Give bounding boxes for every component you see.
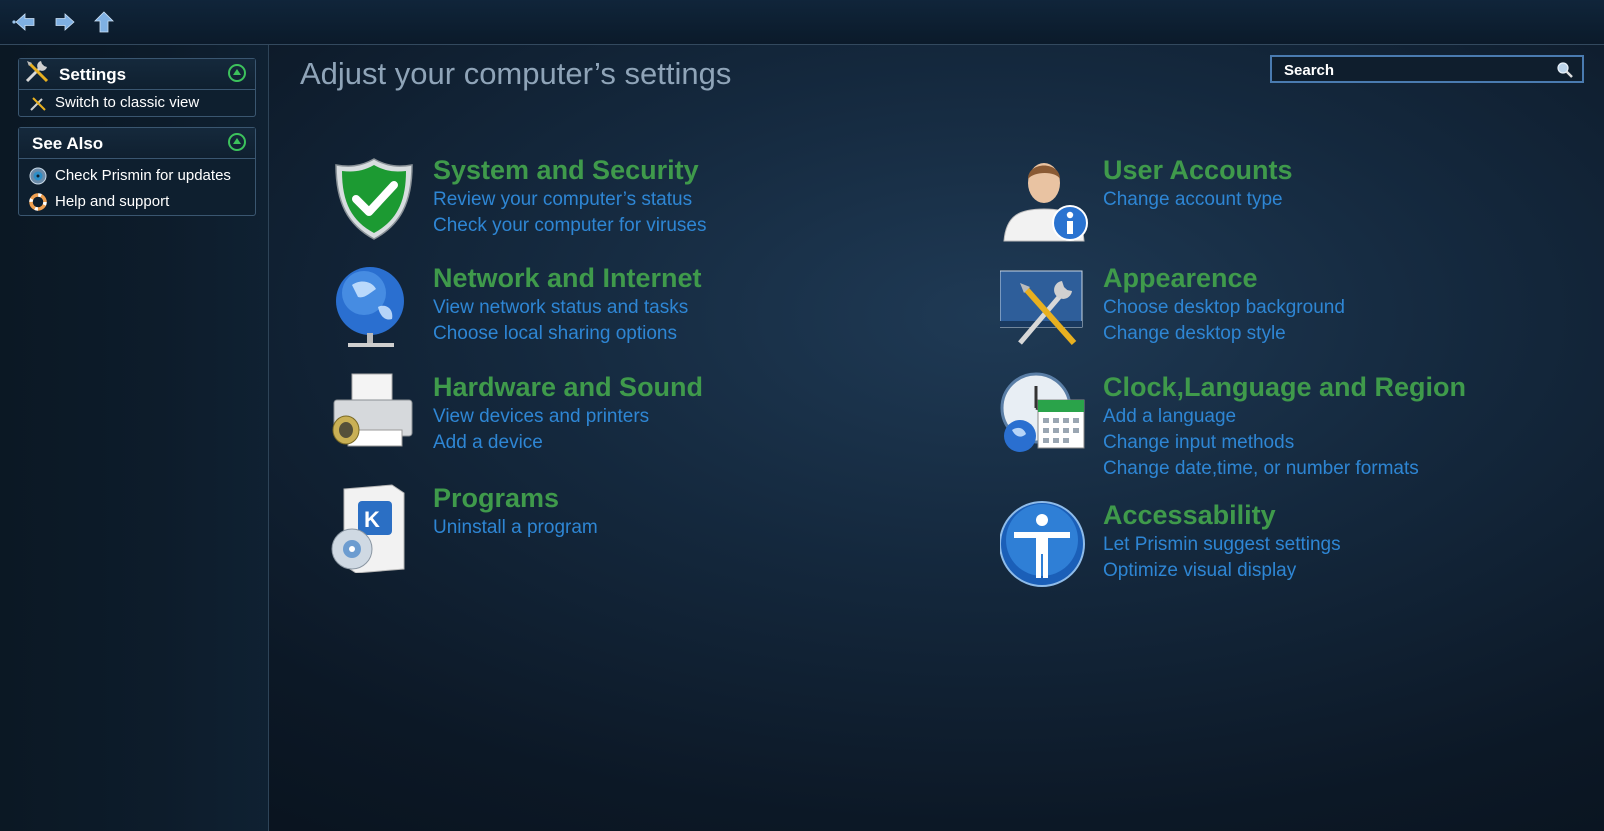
category-link[interactable]: Let Prismin suggest settings (1103, 534, 1341, 560)
clock-calendar-globe-icon (1000, 372, 1085, 452)
category-link[interactable]: Change desktop style (1103, 323, 1345, 349)
see-also-panel-header[interactable]: See Also (19, 128, 255, 159)
svg-text:K: K (364, 507, 380, 532)
toolbar (0, 0, 1604, 45)
category-link[interactable]: View devices and printers (433, 406, 649, 432)
collapse-settings-button[interactable] (228, 64, 246, 82)
settings-panel: Settings Switch to classic view (18, 58, 256, 117)
category-link[interactable]: Optimize visual display (1103, 560, 1341, 586)
search-box[interactable] (1270, 55, 1584, 83)
category-title[interactable]: Clock,Language and Region (1103, 372, 1466, 403)
check-updates-link[interactable]: Check Prismin for updates (19, 163, 255, 189)
forward-arrow-icon[interactable] (54, 10, 78, 34)
category-title[interactable]: Appearence (1103, 263, 1258, 294)
check-updates-label: Check Prismin for updates (55, 167, 231, 184)
category-link[interactable]: Check your computer for viruses (433, 215, 707, 241)
search-input[interactable] (1282, 59, 1546, 81)
settings-panel-title: Settings (59, 65, 127, 84)
shield-check-icon (335, 158, 413, 240)
see-also-panel-title: See Also (32, 134, 104, 153)
desktop-tools-icon (1000, 270, 1083, 345)
category-title[interactable]: Programs (433, 483, 559, 514)
settings-panel-header[interactable]: Settings (19, 59, 255, 90)
category-link[interactable]: Add a device (433, 432, 649, 458)
category-link[interactable]: Change account type (1103, 189, 1283, 215)
up-arrow-icon[interactable] (92, 10, 116, 34)
category-title[interactable]: Hardware and Sound (433, 372, 703, 403)
category-link[interactable]: Add a language (1103, 406, 1419, 432)
globe-network-icon (336, 267, 404, 347)
page-title: Adjust your computer’s settings (300, 56, 732, 91)
category-link[interactable]: Uninstall a program (433, 517, 598, 543)
category-link[interactable]: Review your computer’s status (433, 189, 707, 215)
switch-classic-view-label: Switch to classic view (55, 94, 200, 111)
category-link[interactable]: Choose local sharing options (433, 323, 688, 349)
accessibility-person-icon (1000, 501, 1085, 587)
category-title[interactable]: System and Security (433, 155, 699, 186)
switch-classic-view-link[interactable]: Switch to classic view (19, 90, 255, 116)
lifebuoy-icon (29, 193, 47, 211)
help-support-link[interactable]: Help and support (19, 189, 255, 215)
category-title[interactable]: User Accounts (1103, 155, 1293, 186)
help-support-label: Help and support (55, 193, 170, 210)
see-also-panel: See Also Check Prismin for updates Help … (18, 127, 256, 216)
category-link[interactable]: Change input methods (1103, 432, 1419, 458)
back-arrow-icon[interactable] (12, 10, 36, 34)
category-link[interactable]: View network status and tasks (433, 297, 688, 323)
user-info-icon (1003, 163, 1088, 242)
tools-icon (25, 61, 49, 83)
collapse-see-also-button[interactable] (228, 133, 246, 151)
tools-icon (30, 97, 46, 111)
sidebar: Settings Switch to classic view See Also… (0, 45, 269, 831)
category-link[interactable]: Change date,time, or number formats (1103, 458, 1419, 484)
software-box-icon: K (331, 484, 405, 573)
category-title[interactable]: Accessability (1103, 500, 1276, 531)
printer-speaker-icon (332, 373, 413, 447)
update-disc-icon (29, 167, 47, 185)
category-title[interactable]: Network and Internet (433, 263, 702, 294)
category-link[interactable]: Choose desktop background (1103, 297, 1345, 323)
search-icon[interactable] (1556, 61, 1574, 79)
